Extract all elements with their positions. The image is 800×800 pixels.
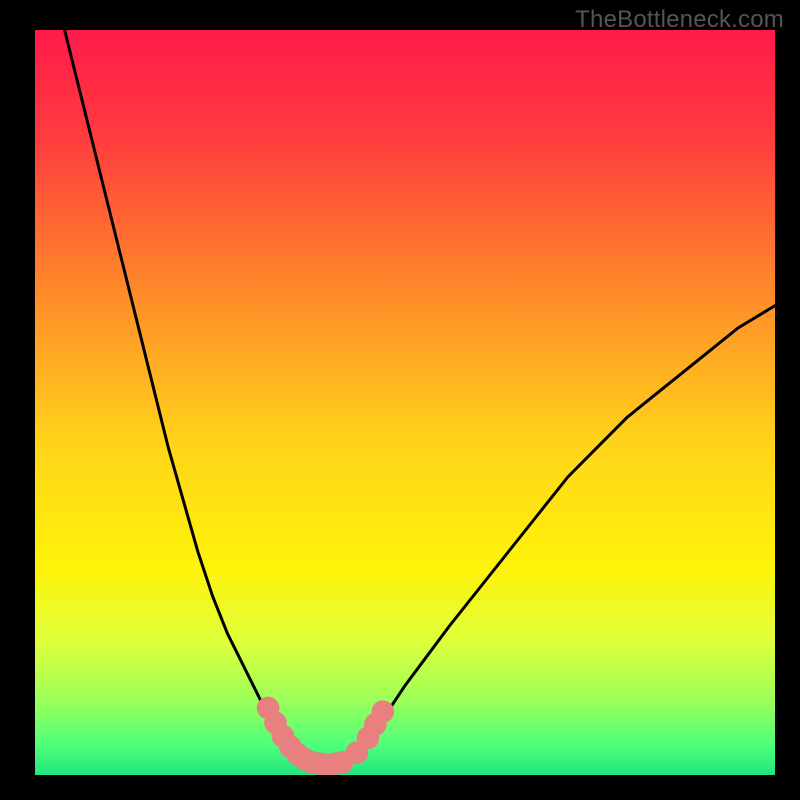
chart-frame: TheBottleneck.com	[0, 0, 800, 800]
gradient-background	[35, 30, 775, 775]
data-marker	[371, 700, 394, 723]
bottleneck-chart	[35, 30, 775, 775]
chart-plot-area	[35, 30, 775, 775]
